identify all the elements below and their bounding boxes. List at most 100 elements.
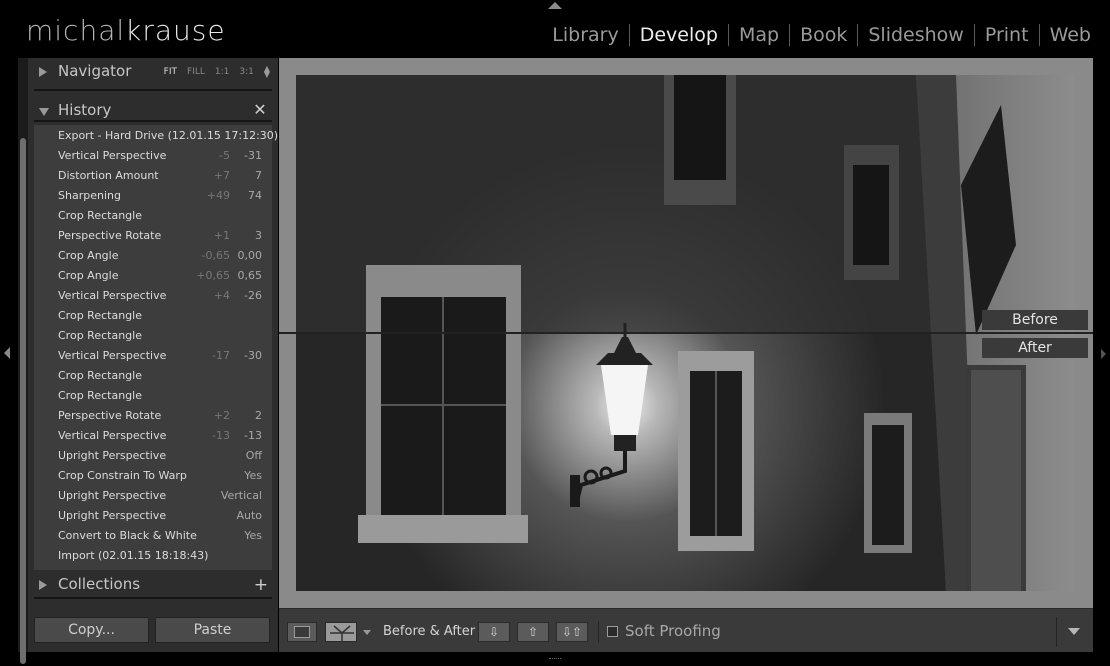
history-item[interactable]: Import (02.01.15 18:18:43): [34, 545, 272, 565]
toolbar-menu-chevron-down-icon[interactable]: [1068, 628, 1080, 635]
scrollbar-thumb[interactable]: [20, 138, 26, 664]
history-item[interactable]: Crop Angle +0,65 0,65: [34, 265, 272, 285]
expand-triangle-icon[interactable]: [39, 67, 47, 77]
history-item[interactable]: Vertical Perspective -13 -13: [34, 425, 272, 445]
zoom-option-1-1[interactable]: 1:1: [215, 67, 229, 77]
collections-panel-header[interactable]: Collections +: [28, 571, 278, 599]
history-item-name: Upright Perspective: [58, 509, 167, 522]
copy-before-to-after-button[interactable]: ⇩: [478, 622, 510, 642]
history-title: History: [58, 101, 112, 119]
arrow-down-icon: ⇩: [488, 625, 500, 639]
history-item-name: Sharpening: [58, 189, 121, 202]
history-item[interactable]: Upright Perspective Vertical: [34, 485, 272, 505]
zoom-option-3-1[interactable]: 3:1: [239, 67, 253, 77]
module-picker: Library Develop Map Book Slideshow Print Web: [545, 24, 1098, 46]
expand-triangle-icon[interactable]: [39, 580, 47, 590]
bottom-panel-grip-icon[interactable]: [549, 658, 561, 664]
history-item-value: Yes: [244, 469, 262, 482]
module-print[interactable]: Print: [978, 24, 1036, 46]
history-item-name: Vertical Perspective: [58, 289, 167, 302]
before-after-split-line: [279, 332, 1093, 334]
history-item[interactable]: Crop Rectangle: [34, 325, 272, 345]
zoom-option-fill[interactable]: FILL: [187, 67, 205, 77]
module-separator: [857, 24, 859, 46]
plus-icon[interactable]: +: [254, 575, 268, 595]
navigator-panel-header[interactable]: Navigator FIT FILL 1:1 3:1 ▲ ▼: [28, 58, 278, 86]
collapse-left-panel-arrow-icon[interactable]: [4, 347, 10, 359]
history-item-name: Crop Rectangle: [58, 389, 142, 402]
history-item-value: Vertical: [220, 489, 262, 502]
module-book[interactable]: Book: [793, 24, 854, 46]
history-item[interactable]: Vertical Perspective +4 -26: [34, 285, 272, 305]
close-icon[interactable]: ✕: [252, 102, 268, 118]
history-item[interactable]: Crop Rectangle: [34, 305, 272, 325]
panel-divider: [34, 89, 272, 91]
history-item[interactable]: Vertical Perspective -17 -30: [34, 345, 272, 365]
collections-title: Collections: [58, 575, 141, 593]
paste-button[interactable]: Paste: [155, 617, 270, 643]
history-item-value: 0,00: [237, 249, 263, 262]
history-item[interactable]: Export - Hard Drive (12.01.15 17:12:30): [34, 125, 278, 145]
history-item[interactable]: Perspective Rotate +2 2: [34, 405, 272, 425]
history-item-name: Vertical Perspective: [58, 349, 167, 362]
before-after-label: Before & After :: [383, 624, 484, 639]
module-slideshow[interactable]: Slideshow: [861, 24, 970, 46]
panel-divider: [34, 120, 272, 122]
soft-proofing-checkbox[interactable]: [607, 626, 618, 637]
history-item-value: 0,65: [237, 269, 263, 282]
history-item-delta: -0,65: [201, 249, 230, 262]
toolbar-divider: [598, 621, 599, 643]
history-item-value: 7: [255, 169, 262, 182]
history-item[interactable]: Distortion Amount +7 7: [34, 165, 272, 185]
history-item-name: Upright Perspective: [58, 449, 167, 462]
module-map[interactable]: Map: [732, 24, 786, 46]
history-item-name: Crop Angle: [58, 249, 119, 262]
module-separator: [1038, 24, 1040, 46]
history-item-value: -13: [244, 429, 262, 442]
history-item-delta: -17: [212, 349, 230, 362]
history-item[interactable]: Crop Constrain To Warp Yes: [34, 465, 272, 485]
module-develop[interactable]: Develop: [633, 24, 725, 46]
history-item[interactable]: Crop Angle -0,65 0,00: [34, 245, 272, 265]
zoom-option-fit[interactable]: FIT: [164, 67, 177, 77]
before-after-view-button[interactable]: [325, 622, 357, 642]
history-item[interactable]: Perspective Rotate +1 3: [34, 225, 272, 245]
history-item-name: Upright Perspective: [58, 489, 167, 502]
image-viewer: Before After: [279, 58, 1093, 608]
develop-toolbar: Before & After : ⇩ ⇧ ⇩⇧ Soft Proofing: [279, 608, 1093, 652]
history-item[interactable]: Crop Rectangle: [34, 385, 272, 405]
history-item-value: Off: [245, 449, 262, 462]
history-item-name: Perspective Rotate: [58, 229, 162, 242]
history-item-value: Auto: [236, 509, 262, 522]
copy-after-to-before-button[interactable]: ⇧: [517, 622, 549, 642]
copy-button[interactable]: Copy...: [34, 617, 149, 643]
panel-divider: [34, 597, 272, 599]
history-item[interactable]: Crop Rectangle: [34, 365, 272, 385]
history-item-delta: -5: [219, 149, 230, 162]
left-panel-scrollbar[interactable]: [18, 58, 28, 664]
history-item[interactable]: Upright Perspective Off: [34, 445, 272, 465]
history-item-name: Import (02.01.15 18:18:43): [58, 549, 209, 562]
module-web[interactable]: Web: [1043, 24, 1098, 46]
history-item[interactable]: Vertical Perspective -5 -31: [34, 145, 272, 165]
module-library[interactable]: Library: [545, 24, 625, 46]
collapse-top-panel-arrow-icon[interactable]: [548, 2, 562, 9]
history-item[interactable]: Upright Perspective Auto: [34, 505, 272, 525]
module-separator: [789, 24, 791, 46]
collapse-triangle-icon[interactable]: [39, 108, 49, 116]
before-label: Before: [982, 310, 1088, 330]
history-item-value: 74: [248, 189, 262, 202]
soft-proofing-label[interactable]: Soft Proofing: [625, 622, 721, 640]
expand-right-panel-arrow-icon[interactable]: [1101, 349, 1106, 359]
swap-arrows-icon: ⇩⇧: [561, 625, 583, 639]
zoom-stepper-icon[interactable]: ▲ ▼: [264, 65, 270, 79]
chevron-down-icon[interactable]: [363, 630, 371, 635]
identity-plate-logo: michalkrause: [26, 14, 226, 47]
history-item[interactable]: Convert to Black & White Yes: [34, 525, 272, 545]
history-item[interactable]: Crop Rectangle: [34, 205, 272, 225]
history-item[interactable]: Sharpening +49 74: [34, 185, 272, 205]
history-item-delta: +49: [206, 189, 230, 202]
swap-before-after-button[interactable]: ⇩⇧: [556, 622, 588, 642]
loupe-view-button[interactable]: [287, 622, 317, 642]
history-item-name: Crop Constrain To Warp: [58, 469, 187, 482]
